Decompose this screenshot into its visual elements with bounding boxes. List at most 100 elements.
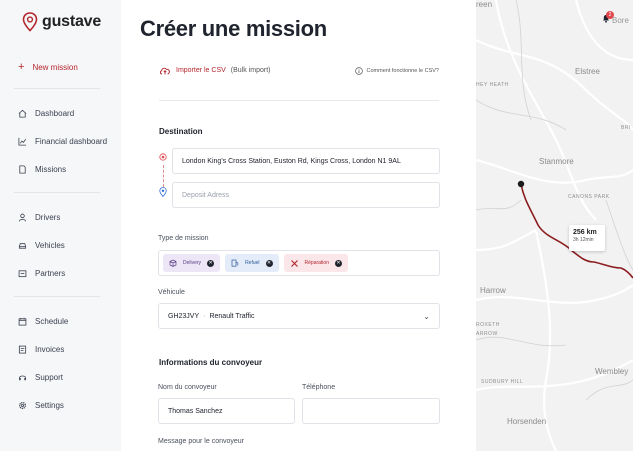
import-row: Importer le CSV (Bulk import) Comment fo… [159,66,439,75]
deposit-address-input[interactable]: Deposit Adress [172,182,440,208]
map-label: BRI [621,125,631,131]
invoice-icon [18,345,27,354]
phone-label: Téléphone [302,384,336,391]
sidebar-item-invoices[interactable]: Invoices [18,345,64,354]
sidebar-item-vehicles[interactable]: Vehicles [18,241,65,250]
route-summary-tooltip: 256 km 3h 12min [569,225,605,251]
sidebar-item-label: Support [35,373,64,382]
sidebar-item-label: Settings [35,401,64,410]
chip-label: Delivery [183,260,202,266]
sidebar-divider [14,88,100,89]
chip-refuel[interactable]: Refuel ✕ [225,254,279,272]
calendar-icon [18,317,27,326]
route-distance: 256 km [573,229,597,236]
driver-name-input[interactable]: Thomas Sanchez [158,398,295,424]
sidebar-item-label: Invoices [35,345,65,354]
map-label: HEY HEATH [476,82,509,88]
remove-chip-icon[interactable]: ✕ [265,259,273,267]
map-label: Wembley [595,367,629,376]
gear-icon [18,401,27,410]
sidebar-item-settings[interactable]: Settings [18,401,64,410]
map-label: reen [476,0,493,9]
sidebar-divider [14,192,100,193]
map-label: Elstree [575,67,600,76]
chip-delivery[interactable]: Delivery ✕ [163,254,221,272]
map-label: Horsenden [507,417,547,426]
phone-input[interactable] [302,398,440,424]
sidebar-item-label: Drivers [35,213,61,222]
chip-label: Refuel [245,260,260,266]
new-mission-label: New mission [32,63,78,72]
partner-icon [18,270,27,278]
document-icon [19,165,26,174]
sidebar-item-support[interactable]: Support [18,373,63,382]
chip-reparation[interactable]: Réparation ✕ [283,254,348,272]
plus-icon: + [18,61,25,73]
chart-line-icon [18,137,27,146]
driver-info-title: Informations du convoyeur [159,358,263,367]
sidebar-item-label: Vehicles [35,241,65,250]
brand-logo[interactable]: gustave [22,12,101,32]
map-label: Harrow [480,286,506,295]
origin-address-value: London King's Cross Station, Euston Rd, … [182,157,401,165]
map-label: Bore [612,16,629,25]
headset-icon [19,375,26,381]
sidebar-item-label: Partners [35,269,66,278]
vehicle-select[interactable]: GH23JVY · Renault Traffic ⌄ [158,303,440,329]
remove-chip-icon[interactable]: ✕ [334,259,342,267]
sidebar-divider [14,296,100,297]
sidebar-item-dashboard[interactable]: Dashboard [18,109,74,118]
map-label: ROXETH [476,322,500,328]
route-connector [163,165,164,187]
sidebar-item-label: Dashboard [35,109,75,118]
route-duration: 3h 12min [573,237,594,243]
home-icon [18,109,27,118]
sidebar-item-label: Financial dashboard [35,137,108,146]
origin-address-input[interactable]: London King's Cross Station, Euston Rd, … [172,148,440,174]
fuel-icon [231,259,239,267]
mission-type-selector[interactable]: Delivery ✕ Refuel ✕ Réparation ✕ [158,250,440,276]
chip-label: Réparation [304,260,329,266]
csv-help-label: Comment fonctionne le CSV? [366,67,439,74]
map-label: ARROW [476,331,498,337]
import-csv-label: Importer le CSV [176,67,226,74]
separator-dot: · [203,312,206,320]
origin-dot-icon [159,153,167,161]
driver-message-label: Message pour le convoyeur [158,438,244,445]
vehicle-model: Renault Traffic [209,312,255,320]
route-map[interactable]: reen Elstree HEY HEATH BRI Stanmore CANO… [476,0,633,451]
destination-pin-icon [159,187,167,197]
vehicle-label: Véhicule [158,289,185,296]
csv-help-link[interactable]: Comment fonctionne le CSV? [354,66,439,75]
sidebar: gustave + New mission Dashboard Financia… [0,0,121,451]
sidebar-item-missions[interactable]: Missions [18,165,66,174]
car-icon [18,243,27,249]
vehicle-plate: GH23JVY [168,312,200,320]
map-label: CANONS PARK [568,194,610,200]
sidebar-item-partners[interactable]: Partners [18,269,65,278]
cloud-upload-icon [159,67,170,75]
brand-name: gustave [42,13,102,30]
page-title: Créer une mission [140,16,327,41]
mission-type-label: Type de mission [158,235,209,242]
driver-name-value: Thomas Sanchez [168,407,223,415]
wrench-icon [290,259,298,267]
sidebar-item-schedule[interactable]: Schedule [18,317,68,326]
map-label: SUDBURY HILL [481,379,524,385]
sidebar-item-financial-dashboard[interactable]: Financial dashboard [18,137,107,146]
user-icon [18,213,27,222]
deposit-address-placeholder: Deposit Adress [182,191,230,199]
driver-name-label: Nom du convoyeur [158,384,217,391]
new-mission-button[interactable]: + New mission [18,62,78,73]
sidebar-item-label: Missions [35,165,67,174]
map-pin-logo-icon [22,12,38,32]
import-csv-button[interactable]: Importer le CSV [159,66,226,75]
sidebar-item-label: Schedule [35,317,69,326]
info-icon [354,66,363,75]
box-icon [169,259,177,267]
map-label: Stanmore [539,157,574,166]
remove-chip-icon[interactable]: ✕ [207,259,215,267]
chevron-down-icon: ⌄ [423,311,430,321]
sidebar-item-drivers[interactable]: Drivers [18,213,60,222]
destination-title: Destination [159,127,203,136]
